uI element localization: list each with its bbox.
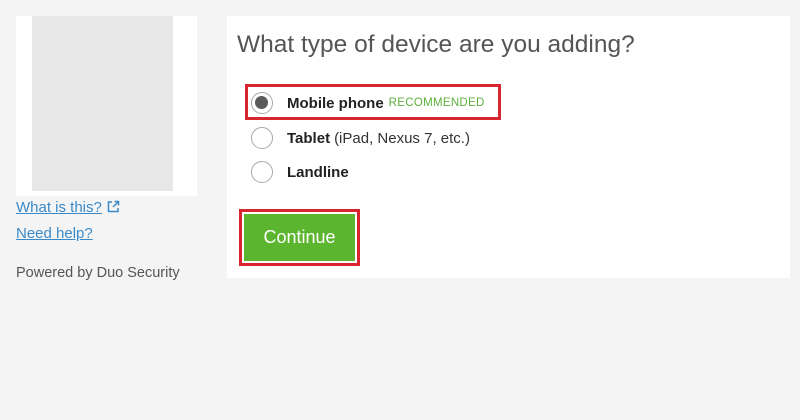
brand-logo: [32, 16, 173, 191]
what-is-this-link[interactable]: What is this?: [16, 199, 120, 217]
need-help-link[interactable]: Need help?: [16, 225, 93, 242]
device-option-landline[interactable]: Landline: [251, 160, 349, 184]
landline-radio[interactable]: [251, 161, 273, 183]
page: What is this? Need help? Powered by Duo …: [0, 0, 800, 420]
continue-button[interactable]: Continue: [244, 214, 355, 261]
tablet-label: Tablet: [287, 129, 331, 147]
tablet-radio[interactable]: [251, 127, 273, 149]
recommended-badge: RECOMMENDED: [388, 97, 485, 109]
what-is-this-label: What is this?: [16, 199, 102, 216]
external-link-icon: [107, 200, 120, 217]
landline-label: Landline: [287, 163, 349, 181]
tablet-note: (iPad, Nexus 7, etc.): [334, 129, 470, 147]
device-option-tablet[interactable]: Tablet (iPad, Nexus 7, etc.): [251, 126, 470, 150]
mobile-phone-radio[interactable]: [251, 92, 273, 114]
page-title: What type of device are you adding?: [237, 31, 635, 58]
mobile-phone-label: Mobile phone: [287, 94, 384, 112]
device-option-mobile-phone[interactable]: Mobile phone RECOMMENDED: [251, 91, 485, 115]
powered-by-text: Powered by Duo Security: [16, 265, 180, 281]
